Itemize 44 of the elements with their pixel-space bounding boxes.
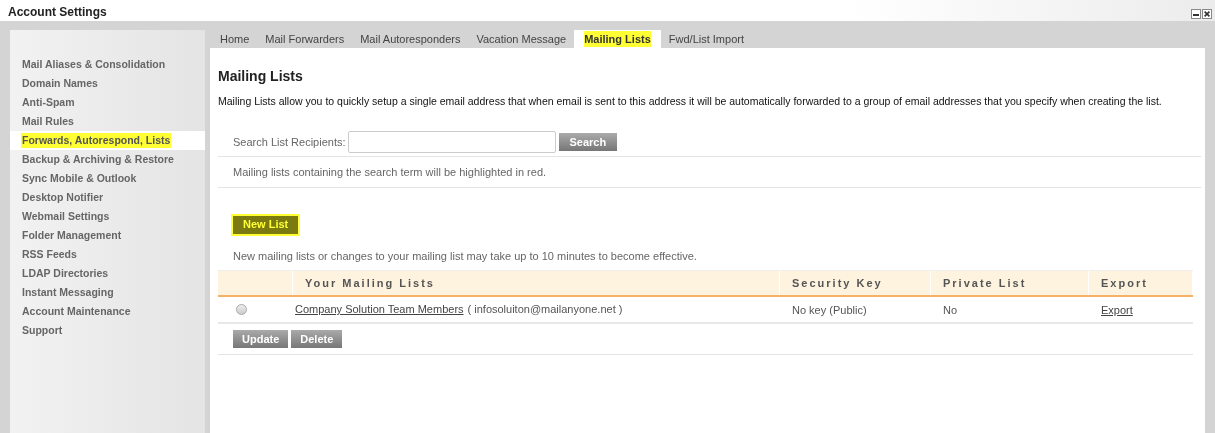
- tab[interactable]: Mail Forwarders: [257, 30, 353, 48]
- sidebar-item[interactable]: Mail Rules: [10, 112, 205, 131]
- column-header: Your Mailing Lists: [305, 275, 435, 291]
- sidebar-item[interactable]: Instant Messaging: [10, 283, 205, 302]
- sidebar-item[interactable]: RSS Feeds: [10, 245, 205, 264]
- tab[interactable]: Mailing Lists: [574, 30, 661, 48]
- close-icon[interactable]: [1202, 8, 1212, 19]
- column-header: Export: [1101, 275, 1148, 291]
- sidebar-item[interactable]: Folder Management: [10, 226, 205, 245]
- sidebar-item[interactable]: LDAP Directories: [10, 264, 205, 283]
- sidebar-item[interactable]: Webmail Settings: [10, 207, 205, 226]
- action-button[interactable]: Delete: [291, 329, 343, 348]
- sidebar-item[interactable]: Support: [10, 321, 205, 340]
- tab[interactable]: Mail Autoresponders: [352, 30, 469, 48]
- list-link[interactable]: Company Solution Team Members: [295, 301, 464, 318]
- description: Mailing Lists allow you to quickly setup a single email address that when email is sent to this address it will be automatically forwarded to a group of email addresses that you specify when creating the list.: [218, 94, 1163, 109]
- search-field[interactable]: [347, 130, 556, 153]
- sidebar-item[interactable]: Mail Aliases & Consolidation: [10, 55, 205, 74]
- sidebar-item[interactable]: Anti-Spam: [10, 93, 205, 112]
- column-header: Security Key: [792, 275, 883, 291]
- window-title: Account Settings: [8, 3, 107, 21]
- page-heading: Mailing Lists: [218, 69, 304, 83]
- new-list-button[interactable]: New List: [233, 215, 299, 234]
- tab[interactable]: Home: [212, 30, 258, 48]
- column-header: Private List: [943, 275, 1027, 291]
- tab[interactable]: Vacation Message: [468, 30, 575, 48]
- sidebar-item[interactable]: Account Maintenance: [10, 302, 205, 321]
- minimize-icon[interactable]: [1191, 8, 1201, 19]
- action-button[interactable]: Update: [233, 329, 289, 348]
- list-address: ( infosoluiton@mailanyone.net ): [467, 302, 623, 317]
- radio-button[interactable]: [236, 303, 247, 315]
- sidebar-item[interactable]: Sync Mobile & Outlook: [10, 169, 205, 188]
- sidebar-item[interactable]: Backup & Archiving & Restore: [10, 150, 205, 169]
- search-button[interactable]: Search: [558, 132, 618, 151]
- sidebar-item[interactable]: Domain Names: [10, 74, 205, 93]
- table-cell: No: [943, 304, 958, 317]
- sidebar-item[interactable]: Desktop Notifier: [10, 188, 205, 207]
- delay-note: New mailing lists or changes to your mailing list may take up to 10 minutes to become effective.: [232, 249, 698, 265]
- search-label: Search List Recipients:: [233, 134, 346, 150]
- tab[interactable]: Fwd/List Import: [660, 30, 752, 48]
- table-cell: No key (Public): [792, 304, 867, 317]
- export-link[interactable]: Export: [1101, 304, 1133, 317]
- sidebar-item[interactable]: Forwards, Autorespond, Lists: [10, 131, 205, 150]
- search-note: Mailing lists containing the search term will be highlighted in red.: [232, 164, 548, 180]
